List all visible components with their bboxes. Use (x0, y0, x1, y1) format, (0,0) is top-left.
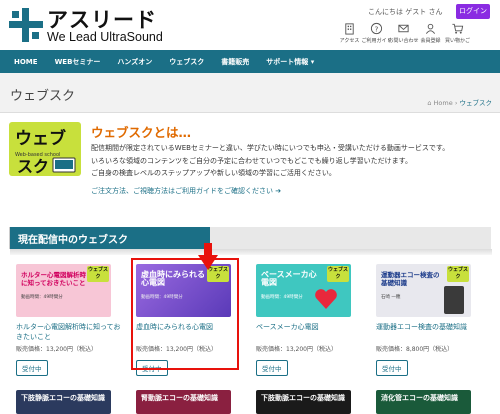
course-thumbnail[interactable]: ホルター心電図解析時に知っておきたいこと 動画時間：49時間分 ウェブスク (16, 264, 111, 317)
site-header: アスリード We Lead UltraSound こんにちは ゲスト さん ログ… (0, 0, 500, 50)
cart-label: 買い物かご (444, 38, 470, 44)
section-shadow (10, 249, 492, 255)
highlight-box (131, 258, 239, 370)
access-label: アクセス (339, 38, 360, 44)
register-label: 会員登録 (420, 38, 441, 44)
access-link[interactable]: アクセス (336, 22, 363, 50)
breadcrumb-current: ウェブスク (459, 99, 493, 107)
course-thumbnail[interactable]: ペースメーカ心電図 動画時間：49時間分 ウェブスク (256, 264, 351, 317)
guide-link-text[interactable]: ご注文方法、ご視聴方法はご利用ガイドをご確認ください ➔ (91, 186, 281, 196)
course-price: 販売価格：13,200円（税込） (256, 346, 337, 353)
course-name[interactable]: ペースメーカ心電図 (256, 322, 364, 342)
nav-hands-on[interactable]: ハンズオン (117, 57, 152, 67)
header-icon-bar: アクセス ? ご利用ガイド お問い合わせ 会員登録 買い物かご (336, 22, 500, 50)
websuku-badge-logo: ウェブ Web-based school スク (9, 122, 81, 176)
logo-subtitle: We Lead UltraSound (47, 30, 163, 44)
nav-home[interactable]: HOME (14, 58, 38, 66)
question-icon: ? (370, 22, 383, 35)
thumbnail-title: 消化管エコーの基礎知識 (381, 394, 458, 402)
course-name[interactable]: ホルター心電図解析時に知っておきたいこと (16, 322, 124, 342)
nav-web-seminar[interactable]: WEBセミナー (55, 57, 101, 67)
device-image (444, 286, 464, 314)
status-button[interactable]: 受付中 (256, 360, 288, 376)
nav-support[interactable]: サポート情報 ▾ (266, 57, 314, 67)
arrow-circle-icon: ➔ (275, 187, 282, 195)
cart-icon (452, 23, 464, 34)
course-card[interactable]: ホルター心電図解析時に知っておきたいこと 動画時間：49時間分 ウェブスク ホル… (16, 264, 124, 376)
intro-line-2: いろいろな領域のコンテンツをご自分の予定に合わせていつでもどこでも繰り返し学習い… (91, 156, 412, 165)
section-title-bar: 現在配信中のウェブスク (10, 227, 210, 249)
cart-link[interactable]: 買い物かご (444, 22, 471, 50)
course-thumbnail[interactable]: 腎動脈エコーの基礎知識 (136, 390, 231, 414)
contact-link[interactable]: お問い合わせ (388, 22, 419, 50)
course-card[interactable]: ペースメーカ心電図 動画時間：49時間分 ウェブスク ペースメーカ心電図 販売価… (256, 264, 364, 376)
main-nav: HOME WEBセミナー ハンズオン ウェブスク 書籍販売 サポート情報 ▾ (0, 50, 500, 73)
intro-line-3: ご自身の検査レベルのステップアップや新しい領域の学習にご活用ください。 (91, 169, 336, 177)
mail-icon (398, 24, 409, 33)
thumbnail-title: 腎動脈エコーの基礎知識 (141, 394, 218, 402)
logo-icon[interactable] (9, 8, 43, 42)
guide-link-label[interactable]: ご注文方法、ご視聴方法はご利用ガイドをご確認ください (91, 187, 273, 195)
thumbnail-meta: 石崎 一穂 (381, 295, 401, 300)
greeting-text: こんにちは ゲスト さん (368, 8, 443, 16)
thumbnail-meta: 動画時間：49時間分 (21, 295, 63, 300)
intro-title: ウェブスクとは… (91, 125, 192, 140)
intro-description: 配信期間が限定されているWEBセミナーと違い、学びたい時にいつでも申込・受講いた… (91, 142, 491, 180)
thumbnail-meta: 動画時間：49時間分 (261, 295, 303, 300)
thumbnail-title: 運動器エコー検査の基礎知識 (381, 271, 440, 287)
guide-link[interactable]: ? ご利用ガイド (361, 22, 392, 50)
section-title: 現在配信中のウェブスク (18, 235, 128, 246)
building-icon (345, 23, 354, 35)
thumbnail-title: 下肢動脈エコーの基礎知識 (261, 394, 345, 402)
breadcrumb: ⌂ Home › ウェブスク (427, 97, 492, 107)
course-name[interactable]: 運動器エコー検査の基礎知識 (376, 322, 484, 342)
svg-text:スク: スク (17, 157, 49, 176)
course-thumbnail[interactable]: 下肢動脈エコーの基礎知識 (256, 390, 351, 414)
status-button[interactable]: 受付中 (376, 360, 408, 376)
heart-icon (315, 289, 337, 309)
breadcrumb-separator: › (454, 99, 458, 107)
thumbnail-title: ホルター心電図解析時に知っておきたいこと (21, 271, 86, 287)
user-icon (425, 23, 436, 34)
websuku-badge: ウェブスク (327, 266, 349, 282)
websuku-badge: ウェブスク (87, 266, 109, 282)
section-header: 現在配信中のウェブスク (9, 227, 492, 255)
thumbnail-title: ペースメーカ心電図 (261, 270, 317, 287)
register-link[interactable]: 会員登録 (417, 22, 444, 50)
arrow-down-icon (198, 243, 218, 270)
course-price: 販売価格：13,200円（税込） (16, 346, 97, 353)
thumbnail-title: 下肢静脈エコーの基礎知識 (21, 394, 105, 402)
course-thumbnail[interactable]: 消化管エコーの基礎知識 (376, 390, 471, 414)
svg-text:?: ? (375, 24, 379, 33)
guide-label: ご利用ガイド (361, 38, 392, 44)
intro-line-1: 配信期間が限定されているWEBセミナーと違い、学びたい時にいつでも申込・受講いた… (91, 144, 450, 152)
status-button[interactable]: 受付中 (16, 360, 48, 376)
page-title-band: ウェブスク ⌂ Home › ウェブスク (0, 73, 500, 113)
contact-label: お問い合わせ (388, 38, 419, 44)
page-title: ウェブスク (10, 89, 76, 104)
course-thumbnail[interactable]: 下肢静脈エコーの基礎知識 (16, 390, 111, 414)
course-card[interactable]: 運動器エコー検査の基礎知識 石崎 一穂 ウェブスク 運動器エコー検査の基礎知識 … (376, 264, 484, 376)
login-button[interactable]: ログイン (456, 4, 490, 19)
course-thumbnail[interactable]: 運動器エコー検査の基礎知識 石崎 一穂 ウェブスク (376, 264, 471, 317)
websuku-badge: ウェブスク (447, 266, 469, 282)
svg-text:ウェブ: ウェブ (15, 128, 66, 149)
breadcrumb-home[interactable]: Home (434, 99, 453, 107)
course-price: 販売価格：8,800円（税込） (376, 346, 454, 353)
nav-books[interactable]: 書籍販売 (221, 57, 249, 67)
nav-websuku[interactable]: ウェブスク (169, 57, 204, 67)
